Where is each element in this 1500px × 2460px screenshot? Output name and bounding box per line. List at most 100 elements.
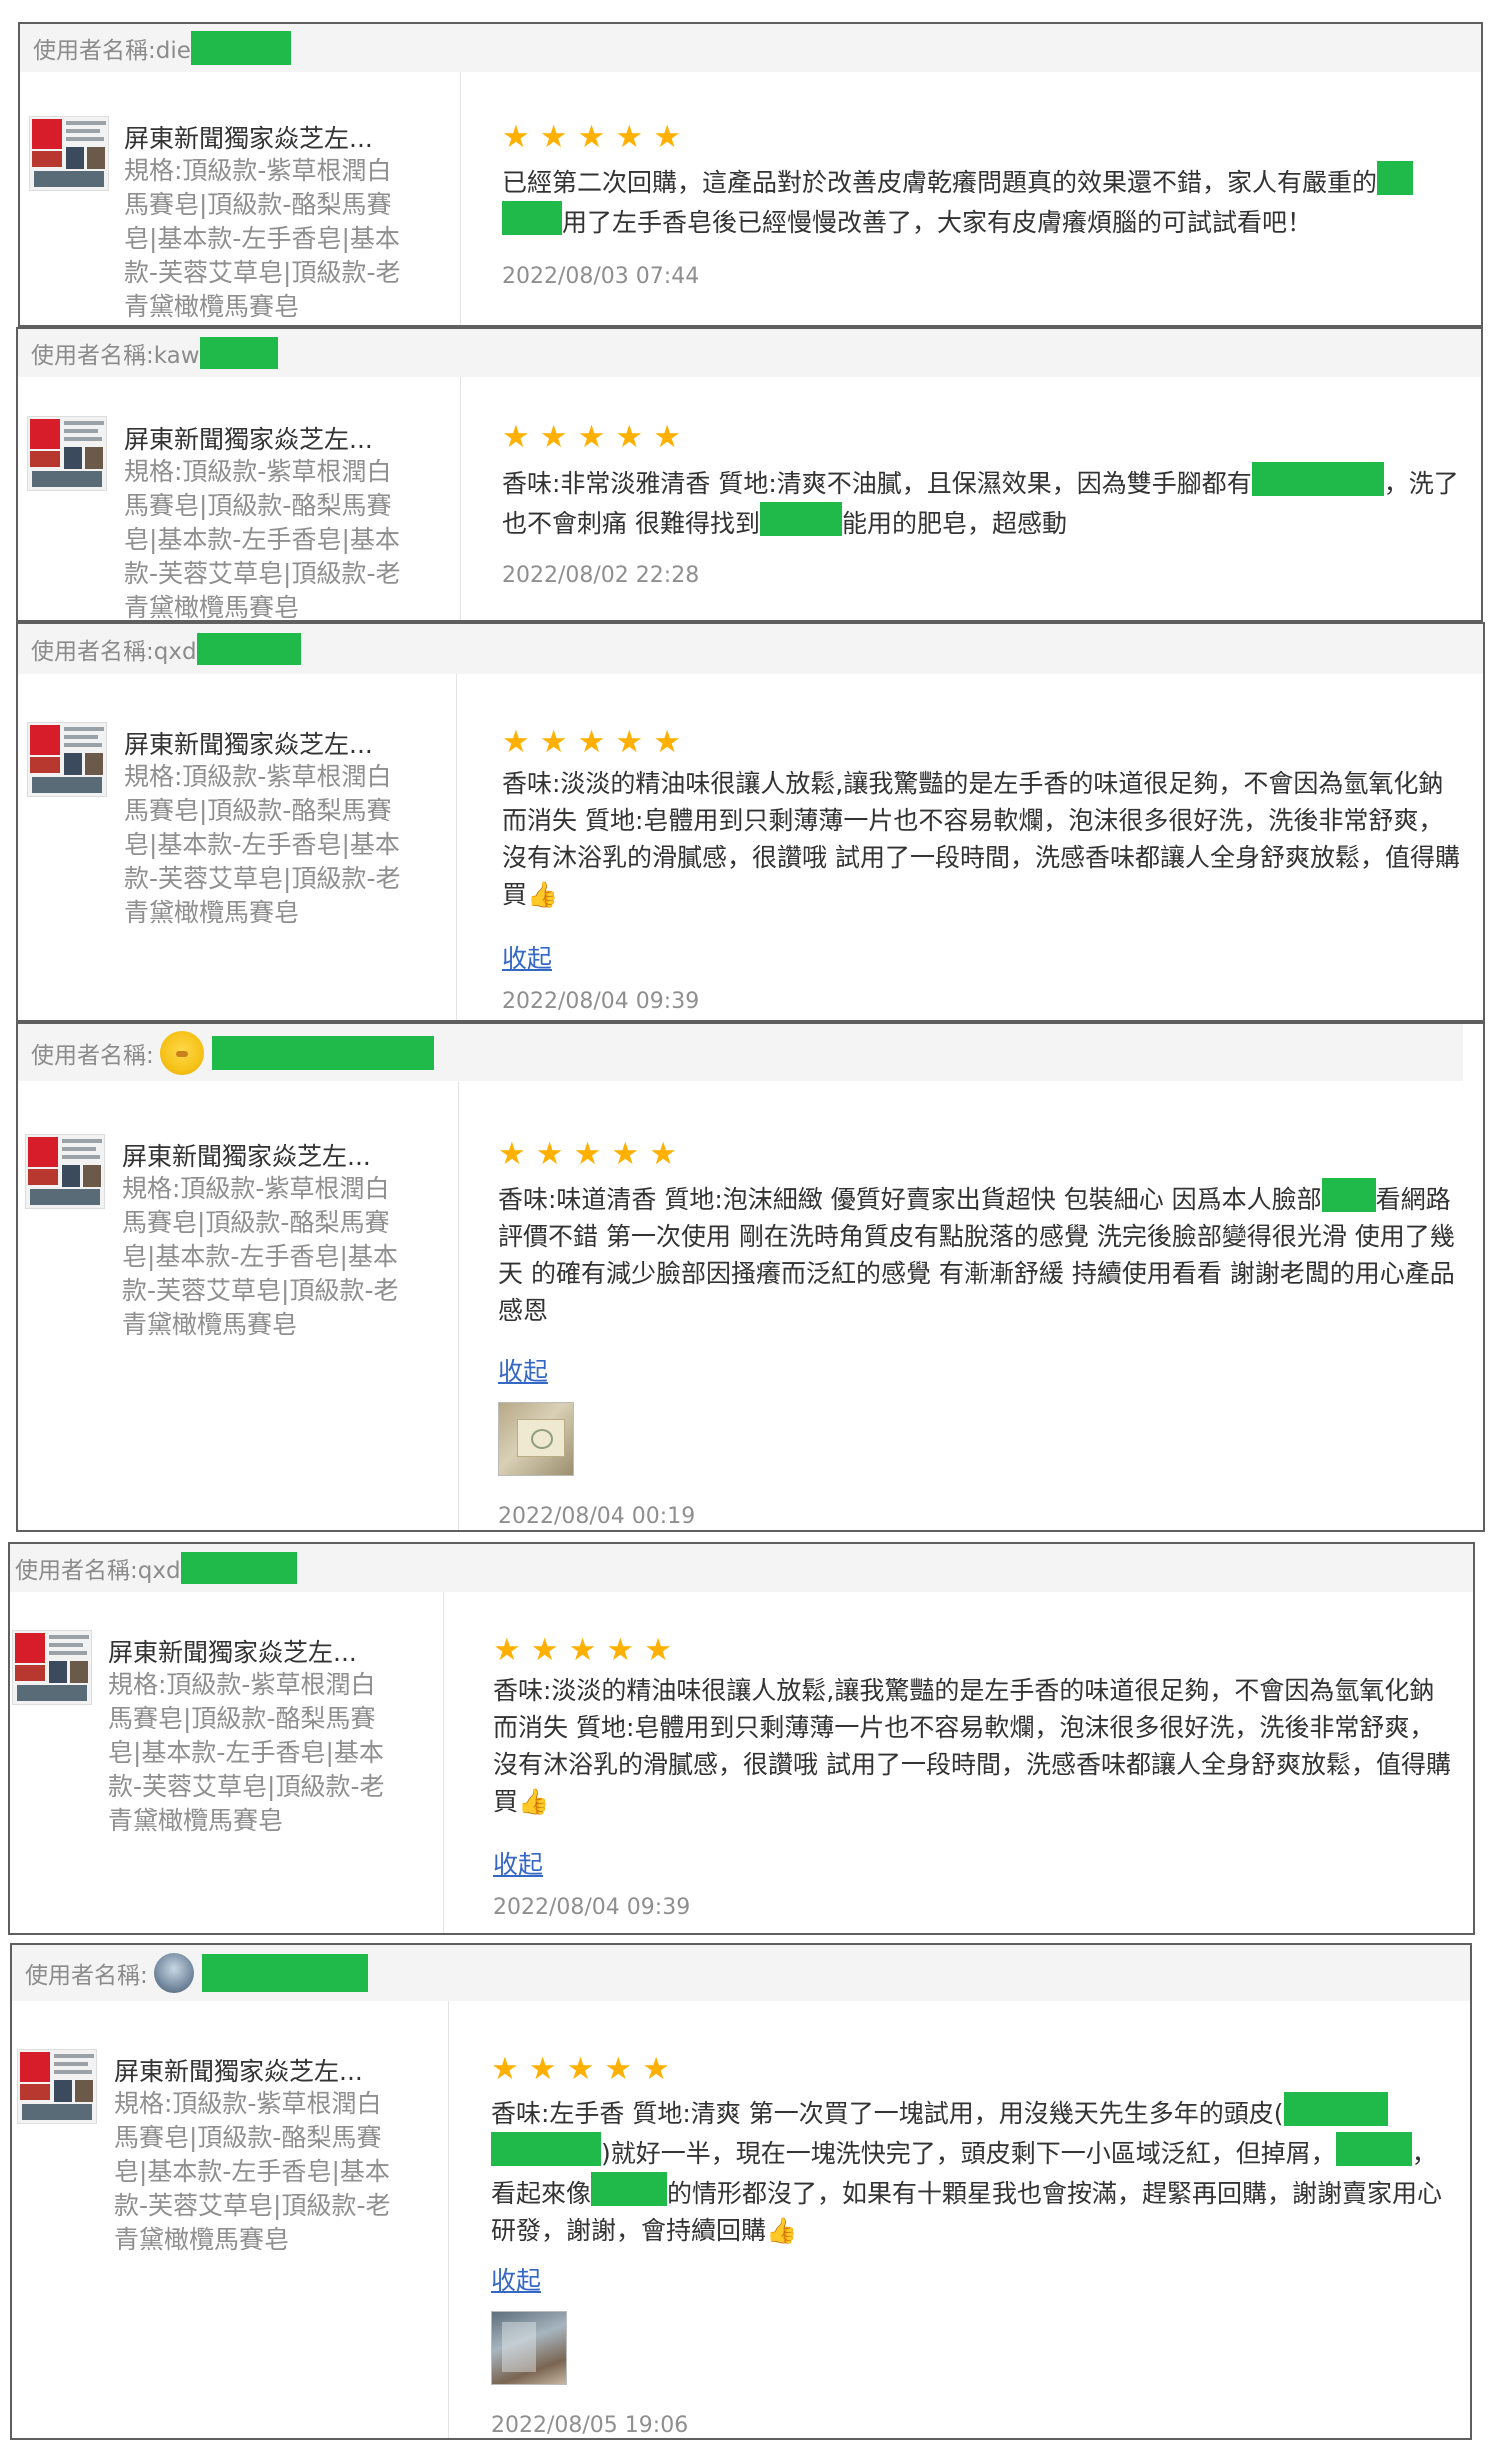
product-thumbnail[interactable] [29,116,109,191]
review-text: 已經第二次回購，這產品對於改善皮膚乾癢問題真的效果還不錯，家人有嚴重的用了左手香… [502,161,1472,241]
rating-stars: ★ ★ ★ ★ ★ [502,727,681,758]
star-icon: ★ [528,2051,557,2087]
product-spec: 規格:頂級款-紫草根潤白馬賽皂|頂級款-酪梨馬賽皂|基本款-左手香皂|基本款-芙… [114,2089,391,2254]
review-card: 使用者名稱: 屏東新聞獨家焱芝左... 規格:頂級款-紫草根潤白馬賽皂|頂級款-… [16,1022,1485,1532]
redacted-text [1283,2092,1388,2126]
star-icon: ★ [577,119,606,155]
username: 使用者名稱: [25,1953,368,1993]
product-thumbnail[interactable] [27,416,107,491]
username: 使用者名稱:kaw [31,336,278,370]
star-icon: ★ [606,1632,635,1668]
star-icon: ★ [493,1632,521,1668]
redacted-username [211,1035,434,1070]
product-name[interactable]: 屏東新聞獨家焱芝左... [124,728,399,761]
star-icon: ★ [611,1136,640,1172]
product-name[interactable]: 屏東新聞獨家焱芝左... [114,2055,389,2088]
star-icon: ★ [615,119,644,155]
product-name[interactable]: 屏東新聞獨家焱芝左... [122,1140,397,1173]
redacted-username [201,1954,368,1992]
review-photo[interactable] [498,1402,574,1476]
review-text: 香味:左手香 質地:清爽 第一次買了一塊試用，用沒幾天先生多年的頭皮()就好一半… [491,2092,1451,2249]
review-card: 使用者名稱: 屏東新聞獨家焱芝左... 規格:頂級款-紫草根潤白馬賽皂|頂級款-… [10,1943,1472,2440]
collapse-link[interactable]: 收起 [502,939,552,975]
redacted-text [491,2132,601,2166]
review-header: 使用者名稱: [12,1945,1470,2001]
product-name[interactable]: 屏東新聞獨家焱芝左... [124,423,399,456]
avatar[interactable] [159,1030,204,1075]
review-date: 2022/08/04 09:39 [502,989,700,1014]
username: 使用者名稱:qxd [15,1551,297,1585]
star-icon: ★ [573,1136,602,1172]
rating-stars: ★ ★ ★ ★ ★ [491,2054,670,2085]
product-spec: 規格:頂級款-紫草根潤白馬賽皂|頂級款-酪梨馬賽皂|基本款-左手香皂|基本款-芙… [124,762,401,927]
thumbs-up-icon: 👍 [518,1787,550,1816]
review-header: 使用者名稱: [18,1024,1463,1081]
product-thumbnail[interactable] [25,1134,105,1209]
review-card: 使用者名稱:die 屏東新聞獨家焱芝左... 規格:頂級款-紫草根潤白馬賽皂|頂… [18,22,1483,327]
redacted-username [190,31,291,65]
rating-stars: ★ ★ ★ ★ ★ [502,122,681,153]
review-photo[interactable] [491,2311,567,2385]
product-thumbnail[interactable] [27,722,107,797]
collapse-link[interactable]: 收起 [498,1352,548,1388]
redacted-text [591,2172,668,2206]
rating-stars: ★ ★ ★ ★ ★ [493,1635,672,1666]
product-thumbnail[interactable] [17,2049,97,2124]
star-icon: ★ [615,724,644,760]
star-icon: ★ [653,419,681,455]
product-spec: 規格:頂級款-紫草根潤白馬賽皂|頂級款-酪梨馬賽皂|基本款-左手香皂|基本款-芙… [124,156,401,321]
redacted-text [1335,2132,1376,2166]
review-header: 使用者名稱:qxd [18,624,1483,674]
star-icon: ★ [535,1136,564,1172]
redacted-text [1321,1178,1376,1212]
review-card: 使用者名稱:qxd 屏東新聞獨家焱芝左... 規格:頂級款-紫草根潤白馬賽皂|頂… [8,1542,1475,1935]
thumbs-up-icon: 👍 [766,2216,798,2245]
collapse-link[interactable]: 收起 [493,1845,543,1881]
star-icon: ★ [568,1632,597,1668]
redacted-text [502,201,562,235]
collapse-link[interactable]: 收起 [491,2261,541,2297]
review-header: 使用者名稱:qxd [10,1544,1473,1592]
review-header: 使用者名稱:kaw [18,329,1481,377]
star-icon: ★ [649,1136,677,1172]
star-icon: ★ [502,119,530,155]
star-icon: ★ [539,724,568,760]
star-icon: ★ [539,419,568,455]
username: 使用者名稱:qxd [31,632,301,666]
product-spec: 規格:頂級款-紫草根潤白馬賽皂|頂級款-酪梨馬賽皂|基本款-左手香皂|基本款-芙… [108,1670,385,1835]
star-icon: ★ [502,724,530,760]
review-date: 2022/08/05 19:06 [491,2413,689,2438]
review-text: 香味:淡淡的精油味很讓人放鬆,讓我驚豔的是左手香的味道很足夠，不會因為氫氧化鈉而… [493,1676,1451,1816]
star-icon: ★ [491,2051,519,2087]
review-date: 2022/08/04 09:39 [493,1895,691,1920]
star-icon: ★ [653,119,681,155]
redacted-text [1375,2132,1412,2166]
redacted-text [1251,462,1384,496]
star-icon: ★ [498,1136,526,1172]
product-name[interactable]: 屏東新聞獨家焱芝左... [124,122,399,155]
thumbs-up-icon: 👍 [527,880,559,909]
product-thumbnail[interactable] [12,1630,92,1705]
redacted-username [199,337,278,369]
redacted-username [196,633,301,665]
avatar[interactable] [153,1953,194,1993]
star-icon: ★ [615,419,644,455]
product-spec: 規格:頂級款-紫草根潤白馬賽皂|頂級款-酪梨馬賽皂|基本款-左手香皂|基本款-芙… [122,1174,399,1339]
username: 使用者名稱: [31,1030,434,1075]
review-text: 香味:味道清香 質地:泡沫細緻 優質好賣家出貨超快 包裝細心 因爲本人臉部 看網路… [498,1178,1458,1329]
star-icon: ★ [530,1632,559,1668]
review-date: 2022/08/04 00:19 [498,1504,696,1529]
star-icon: ★ [539,119,568,155]
star-icon: ★ [653,724,681,760]
star-icon: ★ [644,1632,672,1668]
star-icon: ★ [577,419,606,455]
star-icon: ★ [577,724,606,760]
rating-stars: ★ ★ ★ ★ ★ [498,1139,677,1170]
review-date: 2022/08/03 07:44 [502,264,700,289]
product-name[interactable]: 屏東新聞獨家焱芝左... [108,1636,383,1669]
redacted-username [180,1552,297,1584]
star-icon: ★ [642,2051,670,2087]
product-spec: 規格:頂級款-紫草根潤白馬賽皂|頂級款-酪梨馬賽皂|基本款-左手香皂|基本款-芙… [124,457,401,622]
review-header: 使用者名稱:die [20,24,1481,72]
username: 使用者名稱:die [33,31,291,65]
